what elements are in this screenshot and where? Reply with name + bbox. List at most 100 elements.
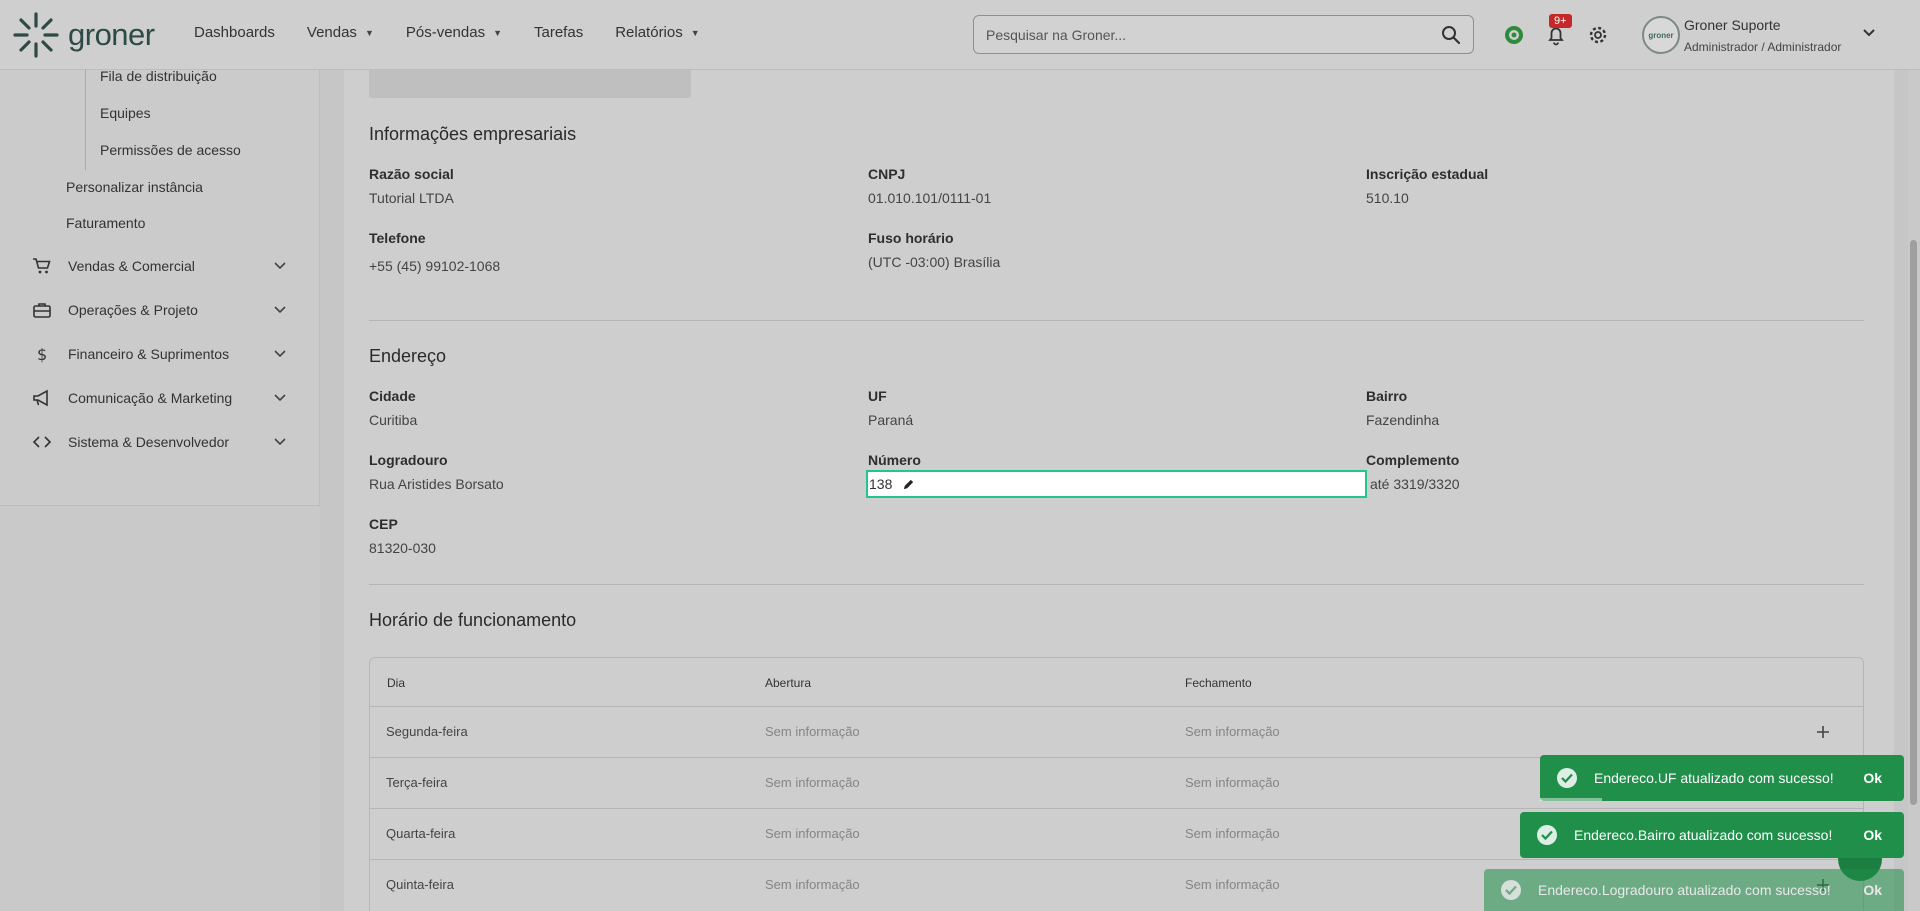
open-cell: Sem informação	[765, 826, 860, 841]
sidebar-item-permissoes[interactable]: Permissões de acesso	[100, 142, 241, 158]
toast-success: Endereco.UF atualizado com sucesso! Ok	[1540, 755, 1904, 801]
cnpj-value[interactable]: 01.010.101/0111-01	[868, 190, 991, 206]
caret-down-icon: ▼	[493, 27, 502, 38]
sidebar-item-personalizar-instancia[interactable]: Personalizar instância	[66, 179, 203, 195]
svg-text:$: $	[37, 345, 47, 364]
check-circle-icon	[1537, 825, 1557, 845]
column-header-abertura: Abertura	[765, 676, 812, 690]
avatar-text: groner	[1648, 30, 1674, 40]
cep-value[interactable]: 81320-030	[369, 540, 436, 556]
razao-social-value[interactable]: Tutorial LTDA	[369, 190, 454, 206]
sidebar-group-financeiro-suprimentos[interactable]: $ Financeiro & Suprimentos	[32, 343, 287, 365]
sidebar-item-equipes[interactable]: Equipes	[100, 105, 151, 121]
toast-ok-button[interactable]: Ok	[1863, 770, 1882, 786]
toast-success: Endereco.Bairro atualizado com sucesso! …	[1520, 812, 1904, 858]
sidebar-group-comunicacao-marketing[interactable]: Comunicação & Marketing	[32, 387, 287, 409]
sidebar-item-fila-distribuicao[interactable]: Fila de distribuição	[100, 68, 217, 84]
chevron-down-icon	[274, 306, 286, 314]
section-title-company: Informações empresariais	[369, 124, 577, 144]
numero-edit-field[interactable]: 138	[866, 470, 1367, 498]
bairro-value[interactable]: Fazendinha	[1366, 412, 1439, 428]
sidebar-group-label: Vendas & Comercial	[68, 258, 195, 274]
pencil-icon[interactable]	[902, 478, 915, 491]
chevron-down-icon	[274, 350, 286, 358]
main-nav: Dashboards Vendas ▼ Pós-vendas ▼ Tarefas R…	[194, 24, 700, 41]
nav-vendas[interactable]: Vendas ▼	[307, 24, 374, 41]
sidebar-group-sistema-desenvolvedor[interactable]: Sistema & Desenvolvedor	[32, 431, 287, 453]
cidade-label: Cidade	[369, 388, 416, 404]
uf-value[interactable]: Paraná	[868, 412, 913, 428]
close-cell: Sem informação	[1185, 775, 1280, 790]
column-header-fechamento: Fechamento	[1185, 676, 1252, 690]
search-input[interactable]	[986, 16, 1426, 53]
complemento-label: Complemento	[1366, 452, 1460, 468]
check-circle-icon	[1557, 768, 1577, 788]
divider	[369, 584, 1864, 585]
search-icon[interactable]	[1441, 25, 1461, 45]
nav-relatorios[interactable]: Relatórios ▼	[615, 24, 699, 41]
telefone-value[interactable]: +55 (45) 99102-1068	[369, 258, 500, 274]
telefone-label: Telefone	[369, 230, 426, 246]
user-name[interactable]: Groner Suporte	[1684, 17, 1781, 33]
caret-down-icon: ▼	[364, 27, 374, 38]
chevron-down-icon	[274, 394, 286, 402]
cidade-value[interactable]: Curitiba	[369, 412, 417, 428]
toast-message: Endereco.UF atualizado com sucesso!	[1594, 770, 1834, 786]
sidebar-group-label: Operações & Projeto	[68, 302, 198, 318]
nav-label: Vendas	[306, 24, 357, 41]
nav-label: Pós-vendas	[405, 24, 486, 41]
brand-name: groner	[68, 17, 155, 52]
toast-message: Endereco.Bairro atualizado com sucesso!	[1574, 827, 1833, 843]
user-avatar[interactable]: groner	[1642, 16, 1680, 54]
day-cell: Segunda-feira	[386, 724, 468, 739]
uf-label: UF	[868, 388, 887, 404]
gear-icon[interactable]	[1586, 23, 1610, 47]
tree-connector	[85, 70, 86, 170]
sidebar-group-label: Financeiro & Suprimentos	[68, 346, 230, 362]
groner-logo-icon	[13, 12, 59, 58]
open-cell: Sem informação	[765, 724, 860, 739]
check-circle-icon	[1501, 880, 1521, 900]
logradouro-value[interactable]: Rua Aristides Borsato	[369, 476, 504, 492]
toast-ok-button[interactable]: Ok	[1863, 882, 1882, 898]
cnpj-label: CNPJ	[868, 166, 906, 182]
toast-ok-button[interactable]: Ok	[1863, 827, 1882, 843]
table-row[interactable]: Segunda-feira Sem informação Sem informa…	[370, 706, 1863, 757]
sidebar-item-faturamento[interactable]: Faturamento	[66, 215, 145, 231]
nav-dashboards[interactable]: Dashboards	[194, 24, 275, 41]
close-cell: Sem informação	[1185, 877, 1280, 892]
complemento-value[interactable]: até 3319/3320	[1370, 476, 1460, 492]
chat-bot-icon[interactable]	[1502, 23, 1526, 47]
sidebar-group-label: Sistema & Desenvolvedor	[68, 434, 230, 450]
nav-tarefas[interactable]: Tarefas	[534, 24, 583, 41]
day-cell: Quinta-feira	[386, 877, 454, 892]
numero-value[interactable]: 138	[869, 476, 892, 492]
code-icon	[32, 436, 52, 448]
fuso-horario-value[interactable]: (UTC -03:00) Brasília	[868, 254, 1000, 270]
chevron-down-icon[interactable]	[1862, 26, 1876, 40]
sidebar: Fila de distribuição Equipes Permissões …	[0, 68, 320, 506]
logo-upload-area[interactable]	[369, 70, 691, 98]
bairro-label: Bairro	[1366, 388, 1408, 404]
close-cell: Sem informação	[1185, 826, 1280, 841]
section-title-hours: Horário de funcionamento	[369, 610, 577, 630]
day-cell: Quarta-feira	[386, 826, 456, 841]
groner-logo[interactable]: groner	[12, 10, 155, 60]
day-cell: Terça-feira	[386, 775, 448, 790]
megaphone-icon	[33, 389, 48, 407]
chevron-down-icon	[274, 438, 286, 446]
razao-social-label: Razão social	[369, 166, 454, 182]
cep-label: CEP	[369, 516, 398, 532]
sidebar-group-operacoes-projeto[interactable]: Operações & Projeto	[32, 299, 287, 321]
plus-icon[interactable]	[1815, 724, 1831, 740]
nav-pos-vendas[interactable]: Pós-vendas ▼	[406, 24, 502, 41]
inscricao-estadual-label: Inscrição estadual	[1366, 166, 1489, 182]
sidebar-group-label: Comunicação & Marketing	[68, 390, 233, 406]
scrollbar-thumb[interactable]	[1910, 240, 1917, 805]
global-search	[973, 15, 1474, 54]
sidebar-group-vendas-comercial[interactable]: Vendas & Comercial	[32, 255, 287, 277]
inscricao-estadual-value[interactable]: 510.10	[1366, 190, 1409, 206]
toast-progress-bar	[1540, 798, 1602, 801]
open-cell: Sem informação	[765, 775, 860, 790]
caret-down-icon: ▼	[690, 27, 700, 38]
